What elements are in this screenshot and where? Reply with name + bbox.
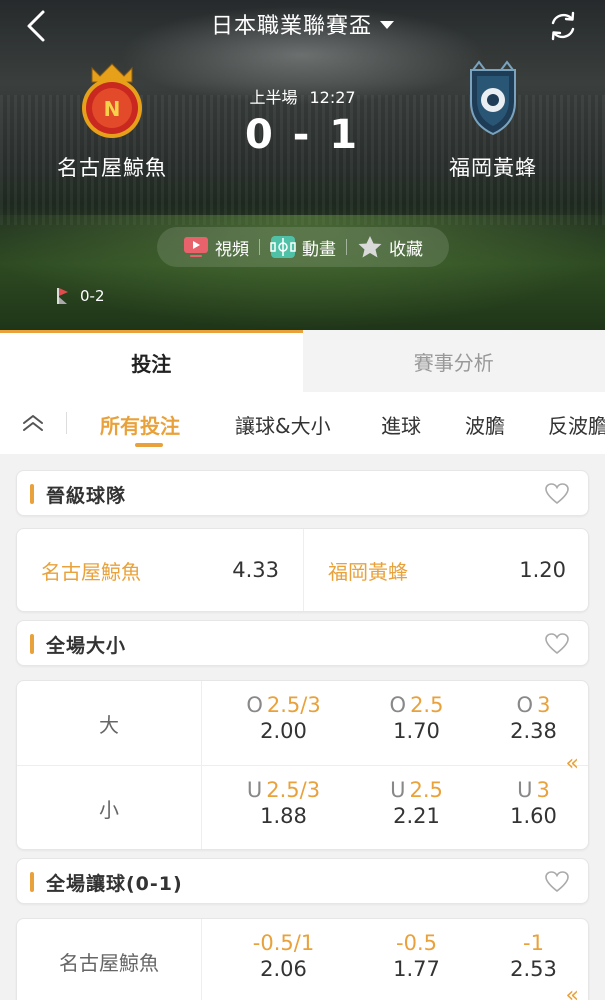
refresh-button[interactable] [545,8,581,44]
match-status: 上半場 12:27 [0,84,605,108]
line-value: 2.5 [410,693,444,717]
tab-handicap-total[interactable]: 讓球&大小 [235,410,331,439]
heart-icon[interactable] [544,482,570,506]
chevron-double-up-icon [23,415,43,431]
section-title: 晉級球隊 [46,485,127,507]
video-button[interactable]: 視頻 [173,235,259,260]
line-value: 3 [536,778,550,802]
match-score: 0 - 1 [244,112,361,158]
odds-value: 1.88 [260,804,307,828]
odds-cell[interactable]: -0.5/1 2.06 [217,919,350,1000]
divider [66,412,67,434]
tab-anti-correct-score[interactable]: 反波膽 [548,410,605,439]
section-header-total[interactable]: 全場大小 [16,620,589,666]
corner-flag-icon [57,288,68,304]
favorite-label: 收藏 [389,239,423,260]
odds-cell[interactable]: O 2.5/3 2.00 [217,681,350,765]
odds-cell[interactable]: O 2.5 1.70 [350,681,483,765]
section-header-qualify[interactable]: 晉級球隊 [16,470,589,516]
match-header: 日本職業聯賽盃 N 名古屋鯨魚 福岡黃蜂 上半場 12:27 0 - 1 視頻 … [0,0,605,330]
odds-value: 2.53 [510,957,557,981]
qualify-card: 名古屋鯨魚 4.33 福岡黃蜂 1.20 [16,528,589,612]
line-value: 2.5/3 [266,693,321,717]
heart-icon[interactable] [544,870,570,894]
line-prefix: U [246,778,263,802]
odds-value: 2.21 [393,804,440,828]
odds-value: 2.38 [510,719,557,743]
odds-value: 2.06 [260,957,307,981]
line-value: -0.5 [396,931,437,955]
refresh-icon [551,11,575,41]
total-row-over: 大 O 2.5/3 2.00 O 2.5 1.70 O3 2.38 [17,681,588,765]
odds-value: 2.00 [260,719,307,743]
total-card: 大 O 2.5/3 2.00 O 2.5 1.70 O3 2.38 小 U 2.5/3… [16,680,589,850]
market-tabs: 所有投注 讓球&大小 進球 波膽 反波膽 [0,392,605,454]
line-prefix: O [516,693,534,717]
collapse-button[interactable] [16,406,50,440]
section-header-handicap[interactable]: 全場讓球(0-1) [16,858,589,904]
option-odds: 4.33 [232,558,279,582]
tab-bets[interactable]: 投注 [0,330,303,392]
favorite-button[interactable]: 收藏 [347,235,433,260]
line-value: 2.5 [409,778,443,802]
line-prefix: O [246,693,263,717]
odds-cell[interactable]: U 2.5/3 1.88 [217,766,350,849]
line-prefix: O [389,693,407,717]
heart-icon[interactable] [544,632,570,656]
section-accent-bar [30,634,34,654]
corner-count: 0-2 [56,287,105,305]
section-title: 全場大小 [46,635,127,657]
tab-goals[interactable]: 進球 [381,410,421,439]
section-accent-bar [30,484,34,504]
handicap-card: 名古屋鯨魚 -0.5/1 2.06 -0.5 1.77 -1 2.53 « [16,918,589,1000]
odds-value: 1.77 [393,957,440,981]
league-title: 日本職業聯賽盃 [210,14,372,39]
match-period: 上半場 [249,88,298,107]
scroll-more-icon[interactable]: « [566,751,580,776]
main-tabs: 投注 賽事分析 [0,330,605,392]
option-odds: 1.20 [519,558,566,582]
markets-list: 晉級球隊 名古屋鯨魚 4.33 福岡黃蜂 1.20 全場大小 大 O 2.5/3 … [0,454,605,1000]
tab-correct-score[interactable]: 波膽 [465,410,505,439]
row-label: 小 [99,797,119,822]
match-clock: 12:27 [309,88,356,107]
line-prefix: U [390,778,406,802]
odds-value: 1.70 [393,719,440,743]
animation-label: 動畫 [302,239,336,260]
tab-all-bets-label: 所有投注 [100,414,180,438]
video-icon [184,237,208,257]
total-row-under: 小 U 2.5/3 1.88 U 2.5 2.21 U3 1.60 [17,766,588,849]
line-value: -0.5/1 [252,931,315,955]
caret-down-icon [380,21,394,29]
row-label: 名古屋鯨魚 [59,950,159,975]
scroll-more-icon[interactable]: « [566,983,580,1000]
star-icon [358,236,382,258]
line-value: -1 [523,931,544,955]
animation-icon [270,236,296,258]
line-prefix: U [517,778,533,802]
top-bar: 日本職業聯賽盃 [0,0,605,52]
animation-button[interactable]: 動畫 [260,235,346,260]
line-value: 2.5/3 [266,778,321,802]
odds-value: 1.60 [510,804,557,828]
league-selector[interactable]: 日本職業聯賽盃 [0,8,605,40]
media-actions: 視頻 動畫 收藏 [157,227,449,267]
tab-analysis[interactable]: 賽事分析 [302,330,605,392]
video-label: 視頻 [215,239,249,260]
qualify-option-away[interactable]: 福岡黃蜂 1.20 [304,529,588,611]
row-label: 大 [99,712,119,737]
qualify-option-home[interactable]: 名古屋鯨魚 4.33 [17,529,303,611]
odds-cell[interactable]: U 2.5 2.21 [350,766,483,849]
active-tab-indicator [135,443,163,447]
tab-all-bets[interactable]: 所有投注 [100,410,180,447]
line-value: 3 [537,693,551,717]
section-accent-bar [30,872,34,892]
option-team: 名古屋鯨魚 [41,559,141,584]
section-title: 全場讓球(0-1) [46,873,183,895]
odds-cell[interactable]: U3 1.60 [467,766,588,849]
option-team: 福岡黃蜂 [328,559,408,584]
odds-cell[interactable]: -0.5 1.77 [350,919,483,1000]
corner-score: 0-2 [80,287,105,305]
handicap-row-home: 名古屋鯨魚 -0.5/1 2.06 -0.5 1.77 -1 2.53 [17,919,588,1000]
